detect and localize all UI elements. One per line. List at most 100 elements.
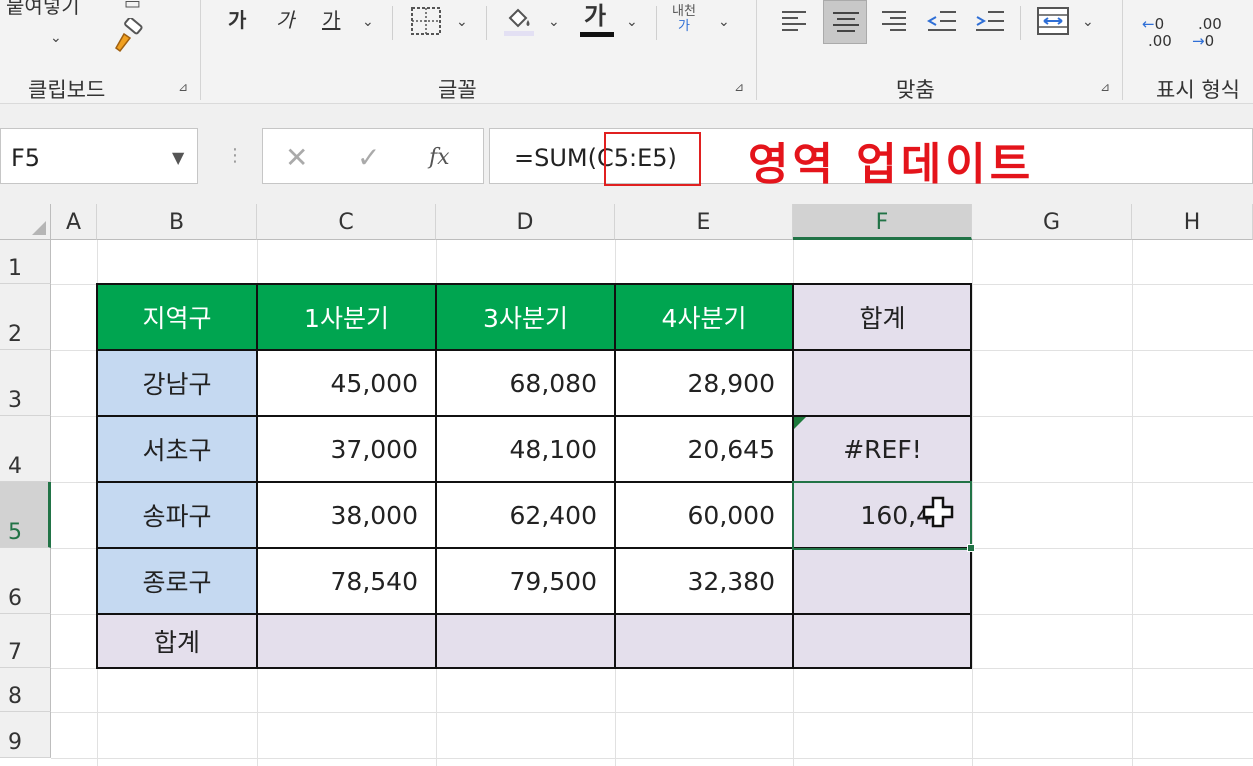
phonetic-chevron-icon[interactable]: ⌄ <box>718 10 730 34</box>
select-all-triangle-icon <box>32 221 46 235</box>
column-header-g[interactable]: G <box>972 204 1132 240</box>
table-total-label[interactable]: 합계 <box>97 614 257 668</box>
table-cell[interactable]: 62,400 <box>436 482 615 548</box>
underline-button[interactable]: 가 <box>322 8 340 32</box>
phonetic-bottom: 가 <box>677 19 690 34</box>
table-border <box>96 415 972 417</box>
align-center-icon <box>833 12 859 32</box>
fill-handle[interactable] <box>967 544 975 552</box>
paste-dropdown-chevron-icon[interactable]: ⌄ <box>50 26 62 50</box>
column-header-c[interactable]: C <box>257 204 436 240</box>
decrease-decimal-button[interactable]: .00 →0 <box>1192 16 1232 50</box>
table-header-cell[interactable]: 합계 <box>793 284 972 350</box>
table-total-cell[interactable] <box>793 548 972 614</box>
row-number: 4 <box>8 454 22 479</box>
fill-color-chevron-icon[interactable]: ⌄ <box>548 10 560 34</box>
error-indicator-icon[interactable] <box>794 417 806 429</box>
underline-chevron-icon[interactable]: ⌄ <box>362 10 374 34</box>
merge-chevron-icon[interactable]: ⌄ <box>1082 10 1094 34</box>
row-header-9[interactable]: 9 <box>0 712 51 758</box>
table-cell[interactable]: 28,900 <box>615 350 793 416</box>
copy-icon[interactable]: ▭ <box>124 0 141 16</box>
table-header-cell[interactable]: 3사분기 <box>436 284 615 350</box>
table-row-name[interactable]: 서초구 <box>97 416 257 482</box>
table-total-cell[interactable] <box>793 350 972 416</box>
align-left-icon[interactable] <box>780 8 808 34</box>
table-header-cell[interactable]: 지역구 <box>97 284 257 350</box>
increase-decimal-button[interactable]: ←0 .00 <box>1142 16 1182 50</box>
clipboard-launcher-icon[interactable]: ⊿ <box>178 80 192 94</box>
table-total-cell[interactable] <box>793 614 972 668</box>
table-border <box>96 667 972 669</box>
formula-bar-grip-icon[interactable]: ⋮ <box>226 145 244 166</box>
table-header-cell[interactable]: 1사분기 <box>257 284 436 350</box>
separator <box>1020 6 1021 40</box>
format-painter-icon[interactable] <box>110 18 146 54</box>
table-header-cell[interactable]: 4사분기 <box>615 284 793 350</box>
table-row-name[interactable]: 종로구 <box>97 548 257 614</box>
table-cell[interactable]: 45,000 <box>257 350 436 416</box>
table-row-name[interactable]: 강남구 <box>97 350 257 416</box>
row-header-4[interactable]: 4 <box>0 416 51 482</box>
table-cell[interactable]: 20,645 <box>615 416 793 482</box>
table-cell[interactable]: 79,500 <box>436 548 615 614</box>
font-color-chevron-icon[interactable]: ⌄ <box>626 10 638 34</box>
row-header-7[interactable]: 7 <box>0 614 51 668</box>
table-cell[interactable]: 48,100 <box>436 416 615 482</box>
row-header-2[interactable]: 2 <box>0 284 51 350</box>
cell-cursor-icon <box>922 496 954 528</box>
decrease-decimal-text: .00 <box>1198 15 1222 33</box>
merge-center-icon[interactable] <box>1036 6 1070 36</box>
insert-function-icon[interactable]: fx <box>429 145 450 170</box>
align-center-button[interactable] <box>823 0 867 44</box>
column-header-d[interactable]: D <box>436 204 615 240</box>
decrease-indent-icon[interactable] <box>926 8 958 34</box>
font-launcher-icon[interactable]: ⊿ <box>734 80 748 94</box>
cancel-icon[interactable]: ✕ <box>285 141 308 174</box>
column-header-b[interactable]: B <box>97 204 257 240</box>
row-number: 3 <box>8 388 22 413</box>
table-cell[interactable]: 37,000 <box>257 416 436 482</box>
paste-button[interactable]: 붙여넣기 <box>6 0 80 18</box>
name-box-dropdown-icon[interactable]: ▼ <box>172 148 184 167</box>
row-number: 1 <box>8 256 22 281</box>
fill-color-icon[interactable] <box>502 4 536 38</box>
table-cell[interactable]: 68,080 <box>436 350 615 416</box>
row-header-3[interactable]: 3 <box>0 350 51 416</box>
row-number: 8 <box>8 684 22 709</box>
alignment-launcher-icon[interactable]: ⊿ <box>1100 80 1114 94</box>
font-color-button[interactable]: 가 <box>584 4 606 28</box>
row-header-6[interactable]: 6 <box>0 548 51 614</box>
row-header-5[interactable]: 5 <box>0 482 51 548</box>
table-cell[interactable]: 60,000 <box>615 482 793 548</box>
table-total-cell[interactable]: #REF! <box>793 416 972 482</box>
align-right-icon[interactable] <box>880 8 908 34</box>
column-header-h[interactable]: H <box>1132 204 1253 240</box>
bold-button[interactable]: 가 <box>228 8 246 32</box>
table-cell[interactable]: 78,540 <box>257 548 436 614</box>
table-cell[interactable]: 32,380 <box>615 548 793 614</box>
border-chevron-icon[interactable]: ⌄ <box>456 10 468 34</box>
select-all-corner[interactable] <box>0 204 51 240</box>
italic-button[interactable]: 가 <box>276 8 294 32</box>
table-total-cell[interactable] <box>615 614 793 668</box>
digit: 0 <box>1154 15 1165 33</box>
border-icon[interactable] <box>410 6 442 36</box>
increase-indent-icon[interactable] <box>974 8 1006 34</box>
column-header-a[interactable]: A <box>51 204 97 240</box>
table-border <box>96 349 972 351</box>
table-total-cell[interactable] <box>436 614 615 668</box>
column-header-f[interactable]: F <box>793 204 972 240</box>
table-border <box>435 283 437 669</box>
range-highlight-box <box>604 132 701 186</box>
enter-icon[interactable]: ✓ <box>357 141 380 174</box>
table-total-cell[interactable] <box>257 614 436 668</box>
column-header-e[interactable]: E <box>615 204 793 240</box>
row-header-8[interactable]: 8 <box>0 668 51 712</box>
row-header-1[interactable]: 1 <box>0 240 51 284</box>
name-box[interactable]: F5 <box>0 128 198 184</box>
phonetic-guide-button[interactable]: 내천 가 <box>672 4 696 34</box>
table-row-name[interactable]: 송파구 <box>97 482 257 548</box>
table-cell[interactable]: 38,000 <box>257 482 436 548</box>
number-group-label: 표시 형식 <box>1156 78 1240 102</box>
